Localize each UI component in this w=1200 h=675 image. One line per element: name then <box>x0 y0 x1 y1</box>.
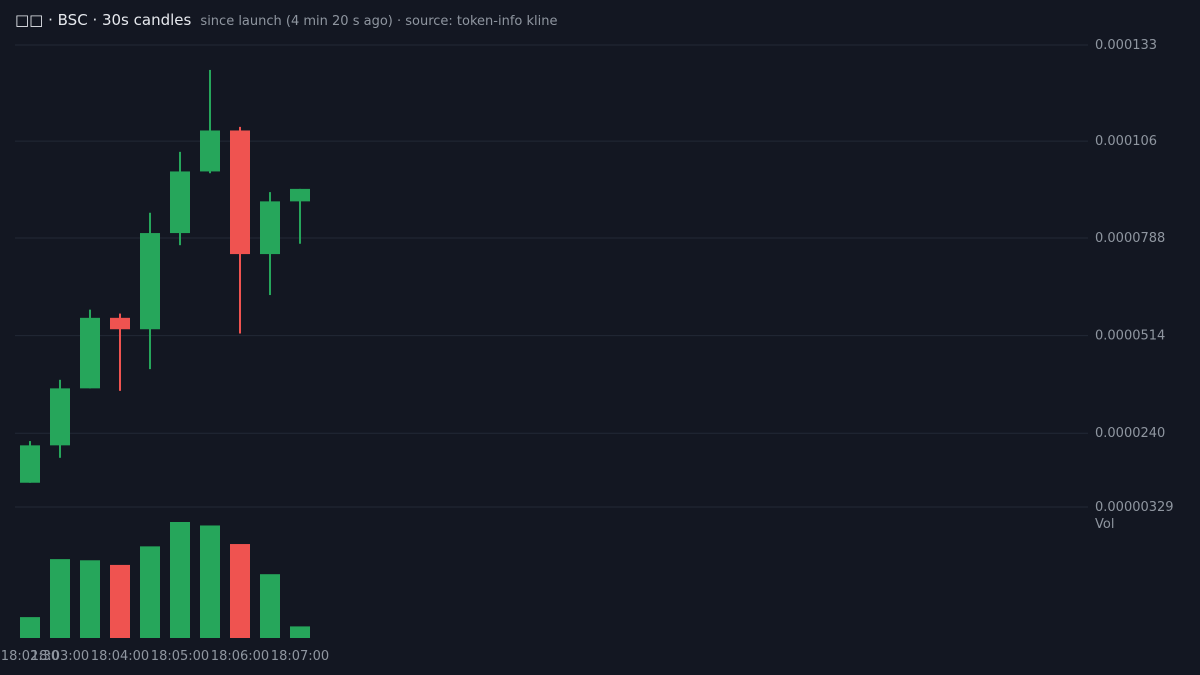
candle-body <box>80 317 100 389</box>
volume-bars <box>20 522 310 638</box>
volume-label: Vol <box>1095 517 1114 532</box>
price-tick-label: 0.0000240 <box>1095 426 1165 441</box>
time-tick-label: 18:05:00 <box>151 649 209 664</box>
candle-body <box>140 233 160 330</box>
volume-bar <box>20 617 40 638</box>
candle-body <box>20 445 40 483</box>
price-tick-label: 0.00000329 <box>1095 500 1174 515</box>
time-tick-label: 18:03:00 <box>31 649 89 664</box>
candlestick-chart[interactable]: 0.000133 0.000106 0.0000788 0.0000514 0.0000… <box>0 0 1200 675</box>
volume-bar <box>260 574 280 638</box>
candle-body <box>170 171 190 234</box>
price-tick-label: 0.0000514 <box>1095 329 1165 344</box>
grid-lines <box>15 44 1088 508</box>
volume-bar <box>140 546 160 638</box>
volume-bar <box>80 560 100 638</box>
volume-bar <box>200 525 220 638</box>
volume-bar <box>290 626 310 638</box>
volume-bar <box>230 544 250 638</box>
time-tick-label: 18:06:00 <box>211 649 269 664</box>
price-tick-label: 0.0000788 <box>1095 231 1165 246</box>
price-tick-label: 0.000133 <box>1095 38 1157 53</box>
time-tick-label: 18:04:00 <box>91 649 149 664</box>
volume-bar <box>170 522 190 638</box>
candle-body <box>290 188 310 202</box>
candles <box>20 69 310 483</box>
price-tick-label: 0.000106 <box>1095 134 1157 149</box>
candle-body <box>230 130 250 255</box>
candle-body <box>260 201 280 255</box>
candle-body <box>110 317 130 330</box>
volume-bar <box>110 564 130 638</box>
candle-body <box>200 130 220 172</box>
time-tick-label: 18:07:00 <box>271 649 329 664</box>
volume-bar <box>50 559 70 638</box>
candle-body <box>50 388 70 446</box>
